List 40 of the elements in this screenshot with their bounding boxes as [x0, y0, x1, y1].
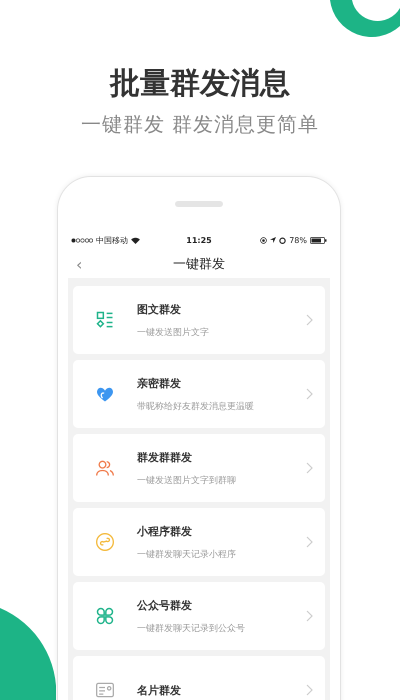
chevron-icon [306, 684, 313, 696]
carrier-name: 中国移动 [96, 234, 128, 246]
feature-description: 一键发送图片文字到群聊 [137, 474, 237, 486]
speaker-slot [175, 201, 223, 207]
feature-card[interactable]: 亲密群发 带昵称给好友群发消息更温暖 [73, 360, 325, 428]
chevron-icon [306, 536, 313, 548]
back-button[interactable]: ‹ [68, 254, 90, 274]
feature-title: 公众号群发 [137, 598, 193, 612]
page-title: 一键群发 [173, 256, 225, 273]
feature-card[interactable]: 名片群发 [73, 656, 325, 700]
location-icon [270, 237, 276, 243]
chevron-icon [306, 610, 313, 622]
feature-description: 一键发送图片文字 [137, 326, 210, 338]
feature-title: 群发群群发 [137, 450, 193, 464]
feature-description: 一键群发聊天记录小程序 [137, 548, 237, 560]
feature-title: 名片群发 [137, 682, 182, 698]
feature-title: 图文群发 [137, 302, 182, 316]
chevron-icon [306, 314, 313, 326]
signal-icon [71, 238, 93, 242]
chevron-icon [306, 388, 313, 400]
feature-description: 一键群发聊天记录到公众号 [137, 622, 246, 634]
feature-card[interactable]: 群发群群发 一键发送图片文字到群聊 [73, 434, 325, 502]
feature-title: 亲密群发 [137, 376, 182, 390]
users-icon [95, 458, 115, 478]
card-icon [95, 680, 115, 700]
link-icon [95, 532, 115, 552]
feature-card[interactable]: 小程序群发 一键群发聊天记录小程序 [73, 508, 325, 576]
chevron-icon [306, 462, 313, 474]
tagline: 一键群发 群发消息更简单 [80, 111, 320, 138]
feature-title: 小程序群发 [137, 524, 193, 538]
battery-percent: 78% [289, 236, 307, 244]
status-time: 11:25 [186, 236, 212, 244]
headline: 批量群发消息 [110, 65, 290, 103]
feature-description: 带昵称给好友群发消息更温暖 [137, 400, 255, 412]
wifi-icon [131, 236, 140, 244]
clover-icon [95, 606, 115, 626]
feature-card[interactable]: 公众号群发 一键群发聊天记录到公众号 [73, 582, 325, 650]
list-icon [95, 310, 115, 330]
feature-card[interactable]: 图文群发 一键发送图片文字 [73, 286, 325, 354]
battery-icon [310, 236, 327, 244]
